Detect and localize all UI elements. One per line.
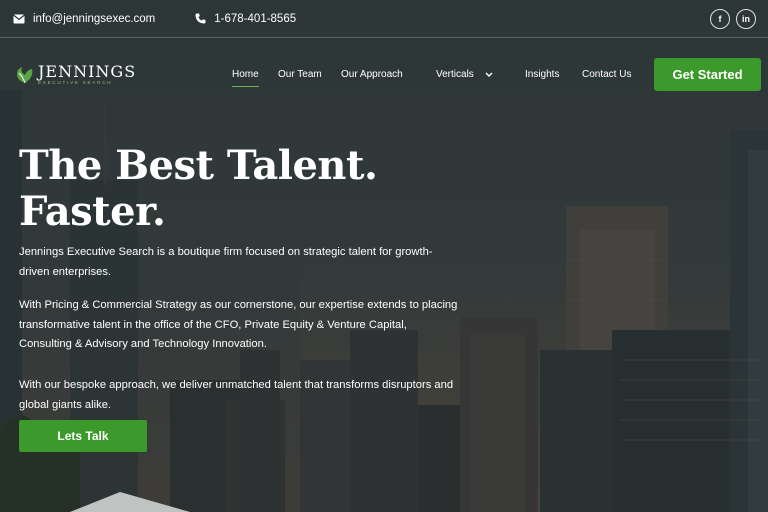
- email-contact[interactable]: info@jenningsexec.com: [12, 12, 155, 26]
- nav-item-insights[interactable]: Insights: [525, 69, 559, 80]
- hero-expertise-text: With Pricing & Commercial Strategy as ou…: [19, 299, 458, 350]
- social-links: f in: [710, 9, 756, 29]
- nav-item-verticals[interactable]: Verticals: [436, 69, 493, 80]
- logo-brand: JENNINGS: [38, 62, 137, 81]
- nav-item-our-approach[interactable]: Our Approach: [341, 69, 403, 80]
- phone-icon: [193, 12, 207, 26]
- get-started-button[interactable]: Get Started: [654, 58, 761, 91]
- logo-text: JENNINGS EXECUTIVE SEARCH: [38, 62, 137, 86]
- linkedin-icon[interactable]: in: [736, 9, 756, 29]
- hero-title-line2: Faster.: [19, 188, 166, 235]
- site-logo[interactable]: JENNINGS EXECUTIVE SEARCH: [15, 62, 137, 86]
- facebook-icon[interactable]: f: [710, 9, 730, 29]
- hero-title-line1: The Best Talent.: [19, 142, 378, 189]
- nav-item-home[interactable]: Home: [232, 69, 259, 87]
- phone-contact[interactable]: 1-678-401-8565: [193, 12, 296, 26]
- top-contact-bar: info@jenningsexec.com 1-678-401-8565 f i…: [0, 0, 768, 38]
- nav-item-verticals-label: Verticals: [436, 69, 474, 80]
- main-navigation: JENNINGS EXECUTIVE SEARCH Home Our Team …: [0, 39, 768, 111]
- nav-item-contact-us[interactable]: Contact Us: [582, 69, 631, 80]
- lets-talk-button[interactable]: Lets Talk: [19, 420, 147, 452]
- hero-heading: The Best Talent. Faster.: [19, 143, 459, 235]
- nav-item-our-team[interactable]: Our Team: [278, 69, 322, 80]
- hero-approach-text: With our bespoke approach, we deliver un…: [19, 379, 454, 411]
- phone-link[interactable]: 1-678-401-8565: [214, 13, 296, 25]
- chevron-down-icon: [485, 70, 493, 80]
- envelope-icon: [12, 12, 26, 26]
- email-link[interactable]: info@jenningsexec.com: [33, 13, 155, 25]
- hero-title: The Best Talent. Faster.: [19, 143, 459, 235]
- leaf-logo-icon: [17, 67, 33, 84]
- hero-intro-text: Jennings Executive Search is a boutique …: [19, 246, 433, 278]
